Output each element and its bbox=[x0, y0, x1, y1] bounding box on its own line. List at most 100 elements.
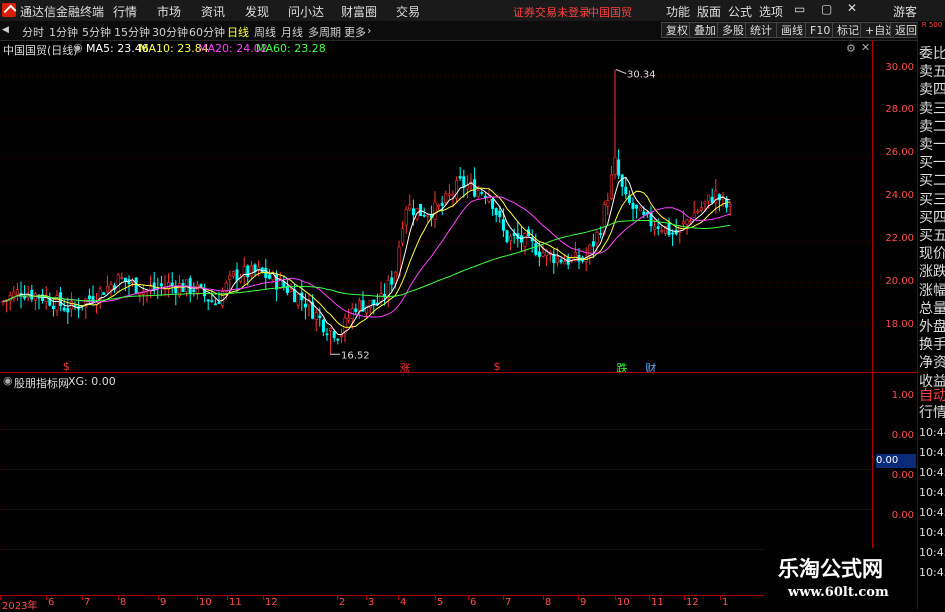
period-more[interactable]: 更多 bbox=[344, 24, 366, 40]
candle-body bbox=[692, 212, 696, 218]
price-axis: 30.00 28.00 26.00 24.00 22.00 20.00 18.0… bbox=[872, 40, 918, 595]
sidebar-badge[interactable]: R 500 bbox=[919, 21, 945, 29]
candle-body bbox=[149, 286, 153, 291]
menu-discover[interactable]: 发现 bbox=[245, 3, 269, 20]
menu-options[interactable]: 选项 bbox=[759, 3, 783, 20]
grid-line bbox=[0, 549, 872, 550]
high-price-label: 30.34 bbox=[627, 69, 656, 80]
candle-body bbox=[710, 196, 714, 204]
sidebar-item: 买一 bbox=[919, 155, 945, 172]
menu-layout[interactable]: 版面 bbox=[697, 3, 721, 20]
candle-body bbox=[685, 219, 689, 225]
candle-body bbox=[480, 192, 484, 194]
grid-line bbox=[0, 429, 872, 430]
menu-news[interactable]: 资讯 bbox=[201, 3, 225, 20]
candle-body bbox=[217, 301, 221, 304]
menu-ask[interactable]: 问小达 bbox=[288, 3, 324, 20]
period-intraday[interactable]: 分时 bbox=[22, 24, 44, 40]
period-toolbar: ◀ 分时 1分钟 5分钟 15分钟 30分钟 60分钟 日线 周线 月线 多周期… bbox=[0, 21, 945, 41]
maximize-icon[interactable]: ▢ bbox=[821, 2, 832, 16]
period-multi[interactable]: 多周期 bbox=[308, 24, 341, 40]
sidebar-time: 10:45 bbox=[919, 566, 945, 579]
tool-draw[interactable]: 画线 bbox=[776, 22, 808, 38]
sidebar-time: 10:45 bbox=[919, 546, 945, 559]
indicator-title: 股朋指标网 bbox=[14, 377, 69, 390]
sidebar-time: 10:44 bbox=[919, 426, 945, 439]
sidebar-item: 买三 bbox=[919, 191, 945, 208]
candle-body bbox=[419, 203, 423, 217]
date-tick: 2 bbox=[339, 597, 346, 608]
sidebar-item: 涨幅 bbox=[919, 282, 945, 299]
candles bbox=[1, 69, 732, 355]
kline-pane[interactable]: 中国国贸(日线) ◉ MA5: 23.46 MA10: 23.84 MA20: … bbox=[0, 40, 872, 375]
candle-body bbox=[213, 303, 217, 306]
menu-wealth[interactable]: 财富圈 bbox=[341, 3, 377, 20]
candle-body bbox=[451, 193, 455, 197]
period-weekly[interactable]: 周线 bbox=[254, 24, 276, 40]
more-chevron-icon[interactable]: › bbox=[367, 24, 371, 37]
period-1min[interactable]: 1分钟 bbox=[49, 24, 78, 40]
date-tick-mark bbox=[118, 596, 119, 600]
indicator-dot-icon[interactable]: ◉ bbox=[3, 374, 13, 387]
candle-body bbox=[318, 315, 322, 319]
candle-body bbox=[195, 284, 199, 295]
date-tick: 2023年 bbox=[2, 601, 38, 612]
sub-tick: 1.00 bbox=[891, 390, 914, 401]
period-daily[interactable]: 日线 bbox=[227, 24, 249, 40]
sidebar-time: 10:45 bbox=[919, 466, 945, 479]
indicator-pane[interactable]: ◉ 股朋指标网 XG: 0.00 bbox=[0, 373, 872, 595]
candle-body bbox=[336, 338, 340, 341]
minimize-icon[interactable]: ▭ bbox=[794, 2, 805, 16]
candle-body bbox=[458, 176, 462, 179]
tool-f10[interactable]: F10 bbox=[805, 22, 836, 38]
period-monthly[interactable]: 月线 bbox=[281, 24, 303, 40]
period-30min[interactable]: 30分钟 bbox=[152, 24, 188, 40]
user-guest[interactable]: 游客 bbox=[893, 3, 917, 20]
menu-quotes[interactable]: 行情 bbox=[113, 3, 137, 20]
candle-body bbox=[599, 233, 603, 235]
candle-body bbox=[23, 296, 27, 299]
date-tick: 10 bbox=[199, 597, 212, 608]
period-60min[interactable]: 60分钟 bbox=[189, 24, 225, 40]
candle-body bbox=[591, 241, 595, 247]
candle-body bbox=[170, 282, 174, 286]
candle-body bbox=[505, 230, 509, 243]
candle-body bbox=[501, 219, 505, 231]
candle-body bbox=[437, 204, 441, 207]
period-15min[interactable]: 15分钟 bbox=[114, 24, 150, 40]
candle-body bbox=[134, 277, 138, 294]
candle-body bbox=[120, 276, 124, 279]
date-tick: 9 bbox=[580, 597, 587, 608]
date-tick: 8 bbox=[120, 597, 127, 608]
menu-market[interactable]: 市场 bbox=[157, 3, 181, 20]
menu-trade[interactable]: 交易 bbox=[396, 3, 420, 20]
date-tick-mark bbox=[503, 596, 504, 600]
price-tick: 26.00 bbox=[885, 147, 914, 158]
candle-body bbox=[635, 204, 639, 209]
sidebar-item: 换手 bbox=[919, 337, 945, 354]
close-icon[interactable]: ✕ bbox=[847, 1, 857, 15]
sidebar-item: 卖三 bbox=[919, 100, 945, 117]
watermark-title: 乐淘公式网 bbox=[778, 557, 883, 581]
menu-formula[interactable]: 公式 bbox=[728, 3, 752, 20]
tool-stats[interactable]: 统计 bbox=[745, 22, 777, 38]
candle-body bbox=[138, 293, 142, 296]
candle-body bbox=[447, 193, 451, 196]
candle-body bbox=[249, 265, 253, 277]
login-status[interactable]: 证券交易未登录 bbox=[513, 4, 590, 20]
menu-function[interactable]: 功能 bbox=[666, 3, 690, 20]
date-tick: 11 bbox=[651, 597, 664, 608]
candle-body bbox=[235, 269, 239, 281]
candle-body bbox=[66, 307, 70, 313]
sidebar-item: 总量 bbox=[919, 300, 945, 317]
candle-body bbox=[411, 208, 415, 216]
sidebar-quote[interactable]: 行情 bbox=[919, 402, 945, 422]
candle-body bbox=[296, 293, 300, 306]
sidebar-item: 卖一 bbox=[919, 137, 945, 153]
collapse-icon[interactable]: ◀ bbox=[2, 25, 9, 35]
candle-body bbox=[329, 328, 333, 331]
candle-body bbox=[473, 179, 477, 197]
candle-body bbox=[455, 180, 459, 199]
candle-body bbox=[321, 319, 325, 333]
period-5min[interactable]: 5分钟 bbox=[82, 24, 111, 40]
